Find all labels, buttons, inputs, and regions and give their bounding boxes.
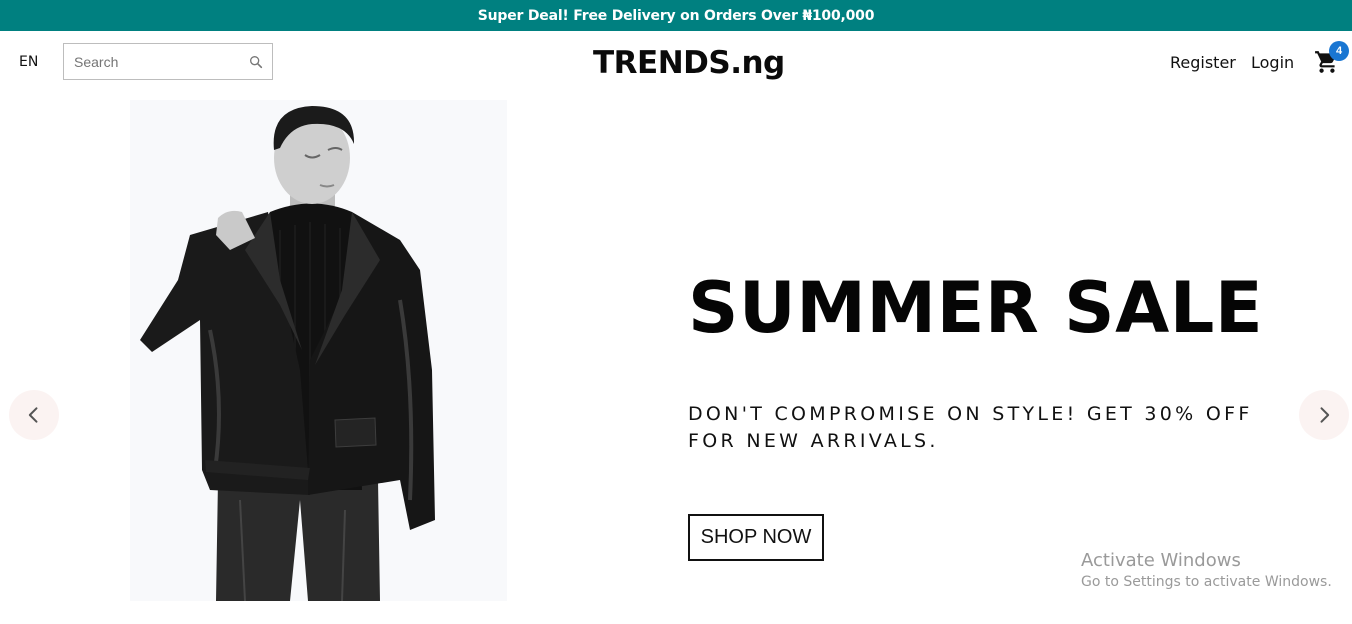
chevron-right-icon <box>1320 407 1330 423</box>
language-selector[interactable]: EN <box>19 54 38 70</box>
slider-next-button[interactable] <box>1299 390 1349 440</box>
shop-now-button[interactable]: SHOP NOW <box>688 514 824 561</box>
slide-description: DON'T COMPROMISE ON STYLE! GET 30% OFF F… <box>688 403 1253 452</box>
watermark-title: Activate Windows <box>1081 550 1241 571</box>
windows-activation-watermark: Activate Windows Go to Settings to activ… <box>1081 550 1332 590</box>
hero-image <box>130 100 507 601</box>
watermark-subtitle: Go to Settings to activate Windows. <box>1081 574 1332 590</box>
announcement-bar: Super Deal! Free Delivery on Orders Over… <box>0 0 1352 31</box>
chevron-left-icon <box>28 407 38 423</box>
site-logo[interactable]: TRENDS.ng <box>593 45 785 81</box>
search-input[interactable] <box>74 46 244 77</box>
slide-info: SUMMER SALE DON'T COMPROMISE ON STYLE! G… <box>688 267 1308 561</box>
announcement-text: Super Deal! Free Delivery on Orders Over… <box>477 7 875 24</box>
register-link[interactable]: Register <box>1170 53 1236 72</box>
man-in-leather-jacket-photo-icon <box>140 106 435 601</box>
slider-prev-button[interactable] <box>9 390 59 440</box>
hero-slider: SUMMER SALE DON'T COMPROMISE ON STYLE! G… <box>0 93 1352 624</box>
navbar: EN TRENDS.ng Register Login 4 <box>0 31 1352 93</box>
search-icon[interactable] <box>248 54 264 70</box>
slide-title: SUMMER SALE <box>688 267 1264 349</box>
search-box <box>63 43 273 80</box>
cart-count-badge: 4 <box>1329 41 1349 61</box>
login-link[interactable]: Login <box>1251 53 1294 72</box>
